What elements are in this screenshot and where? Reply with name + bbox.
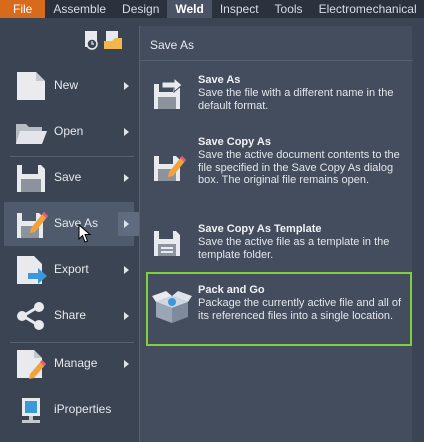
tab-inspect[interactable]: Inspect — [212, 0, 267, 18]
menu-item-manage[interactable]: Manage — [4, 342, 134, 386]
submenu-divider — [140, 60, 413, 61]
menu-item-label: Open — [54, 124, 84, 138]
tab-tools[interactable]: Tools — [267, 0, 311, 18]
application-window: File Assemble Design Weld Inspect Tools … — [0, 0, 424, 442]
new-document-icon — [17, 72, 45, 100]
menu-item-save[interactable]: Save — [4, 156, 134, 200]
menu-item-open[interactable]: Open — [4, 110, 134, 154]
submenu-entry-description: Save the active file as a template in th… — [198, 236, 390, 261]
recent-documents-icon[interactable] — [82, 29, 132, 51]
chevron-right-icon[interactable] — [118, 74, 140, 98]
chevron-right-icon[interactable] — [118, 166, 140, 190]
save-copy-as-icon — [154, 156, 186, 181]
submenu-title: Save As — [150, 38, 195, 52]
save-as-icon — [154, 76, 183, 109]
menu-item-label: Manage — [54, 356, 98, 370]
save-template-icon — [154, 231, 180, 256]
submenu-entry-title: Save Copy As — [198, 136, 271, 148]
chevron-right-icon[interactable] — [118, 258, 140, 282]
tab-file[interactable]: File — [0, 0, 46, 18]
menu-item-label: Export — [54, 262, 89, 276]
mouse-cursor-icon — [78, 224, 92, 243]
folder-open-icon — [16, 124, 47, 144]
submenu-entry-save-as[interactable]: Save As Save the file with a different n… — [148, 74, 410, 118]
submenu-entry-title: Pack and Go — [198, 284, 265, 296]
ribbon-tab-bar: File Assemble Design Weld Inspect Tools … — [0, 0, 424, 18]
menu-item-save-as[interactable]: Save As — [4, 202, 140, 246]
menu-item-export[interactable]: Export — [4, 248, 134, 292]
tab-weld[interactable]: Weld — [167, 0, 212, 18]
submenu-entry-save-copy-as[interactable]: Save Copy As Save the active document co… — [148, 136, 410, 206]
submenu-entry-pack-and-go[interactable]: Pack and Go Package the currently active… — [146, 272, 412, 346]
pack-and-go-icon — [152, 291, 192, 323]
chevron-right-icon[interactable] — [118, 352, 140, 376]
chevron-right-icon[interactable] — [118, 120, 140, 144]
menu-item-label: New — [54, 78, 79, 92]
iproperties-icon — [22, 398, 40, 423]
menu-item-share[interactable]: Share — [4, 294, 134, 338]
menu-item-label: Share — [54, 308, 87, 322]
submenu-entry-save-copy-as-template[interactable]: Save Copy As Template Save the active fi… — [148, 223, 410, 267]
save-as-pencil-icon — [17, 212, 48, 238]
submenu-entry-title: Save As — [198, 74, 241, 86]
submenu-entry-description: Package the currently active file and al… — [198, 297, 402, 322]
chevron-right-icon[interactable] — [118, 304, 140, 328]
application-menu: New Open Save Save As Export Share Manag… — [0, 18, 140, 442]
save-as-submenu: Save As Save As Save the file with a dif… — [139, 26, 413, 442]
submenu-entry-title: Save Copy As Template — [198, 223, 322, 235]
share-icon — [17, 302, 44, 330]
chevron-right-icon[interactable] — [118, 212, 140, 236]
export-icon — [17, 256, 47, 284]
floppy-disk-icon — [17, 165, 45, 192]
submenu-entry-description: Save the file with a different name in t… — [198, 87, 394, 112]
menu-item-label: Save — [54, 170, 82, 184]
tab-electromechanical[interactable]: Electromechanical — [311, 0, 424, 18]
manage-icon — [17, 350, 46, 379]
submenu-entry-description: Save the active document contents to the… — [198, 149, 400, 186]
tab-design[interactable]: Design — [114, 0, 167, 18]
menu-item-new[interactable]: New — [4, 64, 134, 108]
tab-assemble[interactable]: Assemble — [45, 0, 114, 18]
menu-item-iproperties[interactable]: iProperties — [4, 388, 134, 432]
menu-item-label: iProperties — [54, 402, 112, 416]
